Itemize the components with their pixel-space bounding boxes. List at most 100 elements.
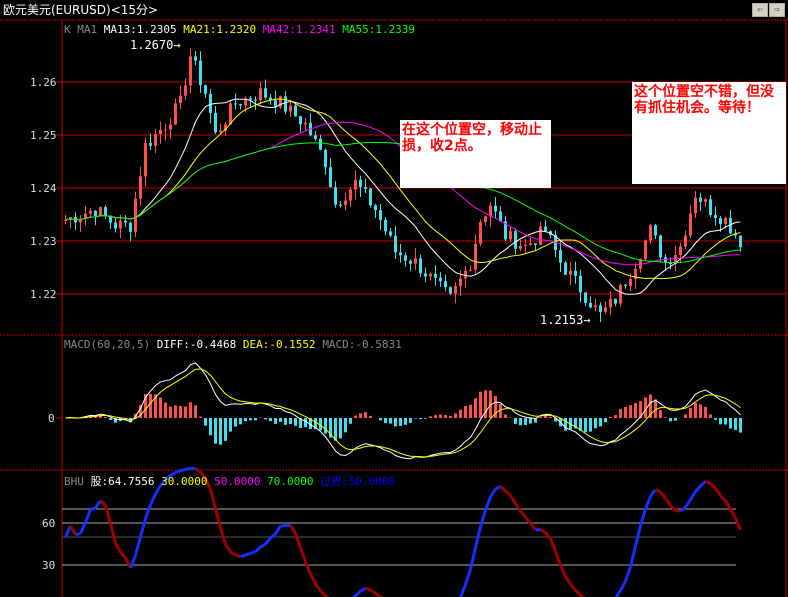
candle-body xyxy=(89,210,92,214)
candle-body xyxy=(154,134,157,146)
bhu-line-segment xyxy=(209,488,217,510)
candle-body xyxy=(394,235,397,253)
candle-body xyxy=(319,138,322,150)
bhu-line-segment xyxy=(90,506,96,511)
candle-body xyxy=(94,210,97,216)
bhu-line-segment xyxy=(219,527,227,545)
bhu-line-segment xyxy=(359,586,367,593)
candle-body xyxy=(114,222,117,229)
candle-body xyxy=(594,305,597,308)
bhu-legend: BHU 股:64.7556 30.0000 50.0000 70.0000 过界… xyxy=(64,473,395,489)
bhu-line-segment xyxy=(364,586,372,592)
candle-body xyxy=(519,245,522,249)
low-value: 1.2153 xyxy=(540,313,584,327)
candle-body xyxy=(699,197,702,202)
bhu-line-segment xyxy=(69,525,77,536)
bhu-line-segment xyxy=(509,494,517,505)
bhu-line-segment xyxy=(75,532,81,537)
bhu-line-segment xyxy=(369,588,377,595)
bhu-line-segment xyxy=(185,467,191,471)
candle-body xyxy=(439,277,442,282)
candle-body xyxy=(149,142,152,146)
candle-body xyxy=(434,273,437,278)
bhu-line-segment xyxy=(669,504,677,512)
bhu-line-segment xyxy=(519,509,527,519)
candle-body xyxy=(119,220,122,229)
bhu-line-segment xyxy=(489,488,497,498)
candle-body xyxy=(179,95,182,104)
bhu-line-segment xyxy=(554,551,562,566)
bhu-line-segment xyxy=(229,550,237,557)
bhu-line-segment xyxy=(699,480,707,487)
legend-ma55: MA55:1.2339 xyxy=(342,23,416,36)
bhu-line-segment xyxy=(214,508,222,529)
bhu-line-segment xyxy=(299,547,307,563)
candle-body xyxy=(454,286,457,294)
bhu-line-segment xyxy=(314,582,322,592)
candle-body xyxy=(369,188,372,206)
candle-body xyxy=(679,246,682,256)
bhu-line-segment xyxy=(709,482,717,490)
legend-ma1: MA1 xyxy=(77,23,98,36)
bhu-line-segment xyxy=(114,542,122,553)
bhu-line-segment xyxy=(704,479,712,485)
candle-body xyxy=(254,99,257,101)
candle-body xyxy=(624,284,627,287)
candle-body xyxy=(399,252,402,256)
bhu-line-segment xyxy=(309,573,317,585)
annotation-note-2: 这个位置空不错，但没有抓住机会。等待！ xyxy=(632,82,786,184)
candle-body xyxy=(644,240,647,260)
candle-body xyxy=(209,93,212,114)
candle-body xyxy=(334,187,337,205)
low-label: 1.2153→ xyxy=(540,313,591,327)
candle-body xyxy=(464,270,467,279)
bhu-line-segment xyxy=(734,517,742,531)
bhu-line-segment xyxy=(574,589,582,597)
candle-body xyxy=(284,96,287,112)
candle-body xyxy=(249,98,252,100)
bhu-tick-label: 30 xyxy=(42,559,55,572)
bhu-line-segment xyxy=(524,516,532,525)
annotation-note-1: 在这个位置空，移动止损，收2点。 xyxy=(400,120,551,188)
bhu-line-segment xyxy=(104,505,112,524)
candle-body xyxy=(379,210,382,220)
candle-body xyxy=(724,217,727,225)
main-legend: K MA1 MA13:1.2305 MA21:1.2320 MA42:1.234… xyxy=(64,23,415,36)
candle-body xyxy=(289,105,292,112)
candle-body xyxy=(529,243,532,245)
candle-body xyxy=(559,250,562,263)
macd-zero-label: 0 xyxy=(48,412,55,425)
bhu-30: 30.0000 xyxy=(161,475,208,488)
candle-body xyxy=(359,179,362,187)
bhu-line-segment xyxy=(294,532,302,549)
candle-body xyxy=(374,205,377,211)
macd-dea: DEA:-0.1552 xyxy=(242,338,316,351)
candle-body xyxy=(159,129,162,135)
candle-body xyxy=(544,226,547,232)
candle-body xyxy=(404,255,407,261)
price-tick-label: 1.23 xyxy=(30,235,57,248)
high-value: 1.2670 xyxy=(130,38,174,52)
price-tick-label: 1.25 xyxy=(30,129,57,142)
bhu-line-segment xyxy=(244,551,252,557)
bhu-name: BHU xyxy=(64,475,84,488)
bhu-line-segment xyxy=(659,490,667,500)
candle-body xyxy=(384,219,387,232)
candle-body xyxy=(614,298,617,304)
bhu-line-segment xyxy=(624,566,632,582)
bhu-50: 50.0000 xyxy=(214,475,261,488)
candle-body xyxy=(709,199,712,215)
candle-body xyxy=(199,60,202,86)
candle-body xyxy=(509,231,512,240)
bhu-line-segment xyxy=(559,564,567,578)
bhu-line-segment xyxy=(504,490,512,497)
candle-body xyxy=(719,218,722,225)
bhu-line-segment xyxy=(549,537,557,553)
bhu-line-segment xyxy=(274,525,282,535)
bhu-line-segment xyxy=(614,589,622,597)
bhu-line-segment xyxy=(129,554,137,569)
candle-body xyxy=(469,269,472,271)
candle-body xyxy=(714,214,717,219)
bhu-line-segment xyxy=(649,488,657,498)
candle-body xyxy=(609,298,612,308)
